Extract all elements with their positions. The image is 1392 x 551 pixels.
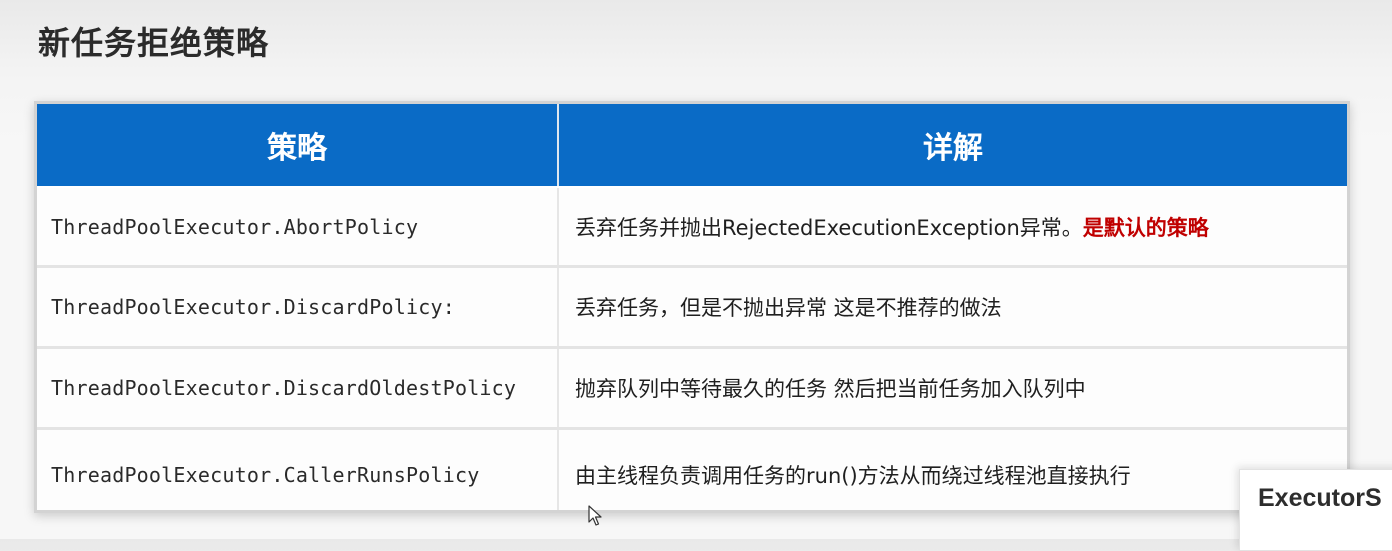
rejection-policy-table: 策略 详解 ThreadPoolExecutor.AbortPolicy 丢弃任… <box>34 101 1350 513</box>
detail-cell: 抛弃队列中等待最久的任务 然后把当前任务加入队列中 <box>558 347 1347 430</box>
table-row: ThreadPoolExecutor.DiscardPolicy: 丢弃任务，但… <box>37 266 1347 349</box>
policy-name: ThreadPoolExecutor.CallerRunsPolicy <box>51 463 480 487</box>
detail-text: 由主线程负责调用任务的run()方法从而绕过线程池直接执行 <box>575 464 1131 488</box>
table-row: ThreadPoolExecutor.DiscardOldestPolicy 抛… <box>37 347 1347 430</box>
detail-text: 抛弃队列中等待最久的任务 然后把当前任务加入队列中 <box>575 377 1086 401</box>
policy-name: ThreadPoolExecutor.DiscardPolicy: <box>51 295 455 319</box>
next-slide-preview-text: ExecutorS <box>1258 484 1382 512</box>
table-header-row: 策略 详解 <box>37 104 1347 188</box>
policy-cell: ThreadPoolExecutor.CallerRunsPolicy <box>37 428 559 510</box>
page-title: 新任务拒绝策略 <box>38 24 270 62</box>
detail-cell: 丢弃任务，但是不抛出异常 这是不推荐的做法 <box>558 266 1347 349</box>
detail-text: 丢弃任务，但是不抛出异常 这是不推荐的做法 <box>575 296 1002 320</box>
mouse-pointer-icon <box>588 505 602 526</box>
policy-name: ThreadPoolExecutor.AbortPolicy <box>51 214 419 239</box>
detail-text: 丢弃任务并抛出RejectedExecutionException异常。是默认的… <box>575 216 1209 240</box>
column-header-detail: 详解 <box>558 104 1347 188</box>
policy-cell: ThreadPoolExecutor.DiscardPolicy: <box>37 266 559 349</box>
table-row: ThreadPoolExecutor.CallerRunsPolicy 由主线程… <box>37 428 1347 510</box>
policy-name: ThreadPoolExecutor.DiscardOldestPolicy <box>51 376 517 400</box>
policy-cell: ThreadPoolExecutor.DiscardOldestPolicy <box>37 347 559 430</box>
column-header-policy: 策略 <box>37 104 559 188</box>
detail-main-text: 丢弃任务并抛出RejectedExecutionException异常。 <box>575 215 1083 240</box>
table-row: ThreadPoolExecutor.AbortPolicy 丢弃任务并抛出Re… <box>37 187 1347 268</box>
default-policy-highlight: 是默认的策略 <box>1082 215 1209 240</box>
detail-cell: 丢弃任务并抛出RejectedExecutionException异常。是默认的… <box>558 187 1347 268</box>
policy-cell: ThreadPoolExecutor.AbortPolicy <box>37 187 559 268</box>
policy-table: 策略 详解 ThreadPoolExecutor.AbortPolicy 丢弃任… <box>37 104 1347 510</box>
detail-cell: 由主线程负责调用任务的run()方法从而绕过线程池直接执行 <box>558 428 1347 510</box>
